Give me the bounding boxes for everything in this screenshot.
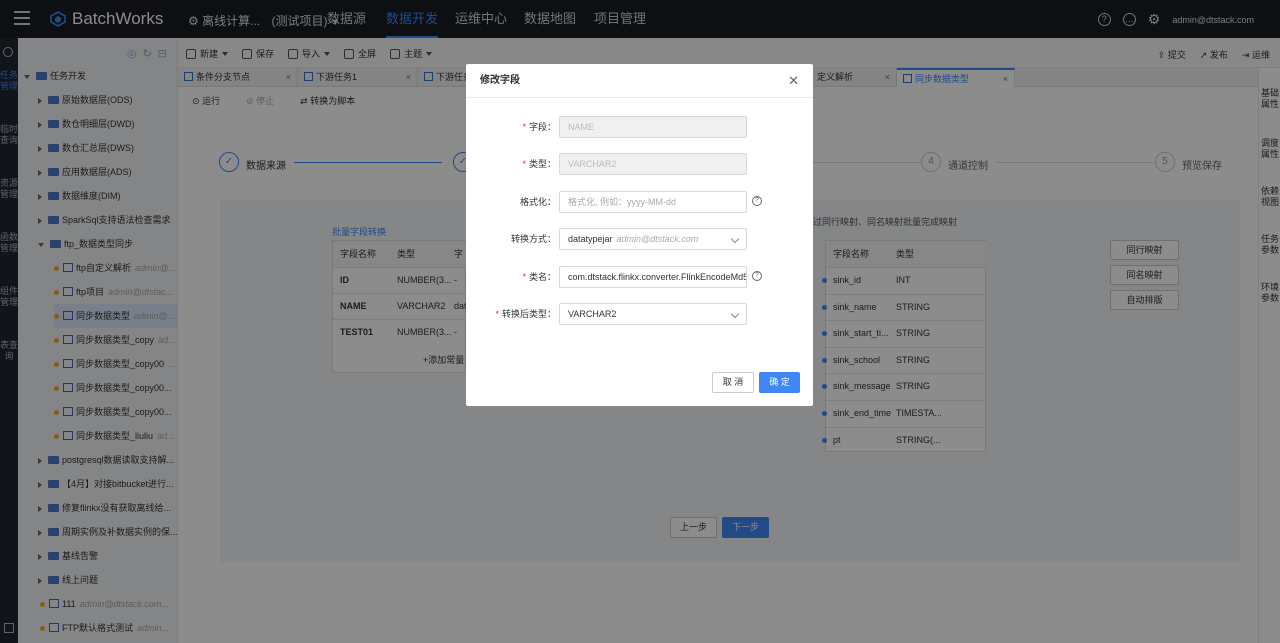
- after-type-label: 转换后类型：: [501, 309, 556, 319]
- format-label: 格式化：: [519, 197, 556, 207]
- format-input[interactable]: 格式化, 例如：yyyy-MM-dd: [559, 191, 747, 213]
- dialog-title: 修改字段: [466, 64, 813, 98]
- help-icon[interactable]: ?: [752, 196, 762, 206]
- cancel-button[interactable]: 取 消: [712, 372, 754, 393]
- type-label: 类型：: [528, 159, 556, 169]
- convert-method-select[interactable]: datatypejar admin@dtstack.com: [559, 228, 747, 250]
- chevron-down-icon: [730, 234, 740, 244]
- field-name-input: NAME: [559, 116, 747, 138]
- help-icon[interactable]: ?: [752, 271, 762, 281]
- converted-type-select[interactable]: VARCHAR2: [559, 303, 747, 325]
- chevron-down-icon: [730, 309, 740, 319]
- class-name-input[interactable]: com.dtstack.flinkx.converter.FlinkEncode…: [559, 266, 747, 288]
- class-label: 类名：: [528, 272, 556, 282]
- close-icon[interactable]: ✕: [788, 73, 799, 89]
- convert-label: 转换方式：: [510, 234, 556, 244]
- confirm-button[interactable]: 确 定: [759, 372, 800, 393]
- field-type-input: VARCHAR2: [559, 153, 747, 175]
- field-label: 字段：: [528, 122, 556, 132]
- edit-field-dialog: 修改字段 ✕ * 字段： NAME * 类型： VARCHAR2 格式化： 格式化,…: [466, 64, 813, 406]
